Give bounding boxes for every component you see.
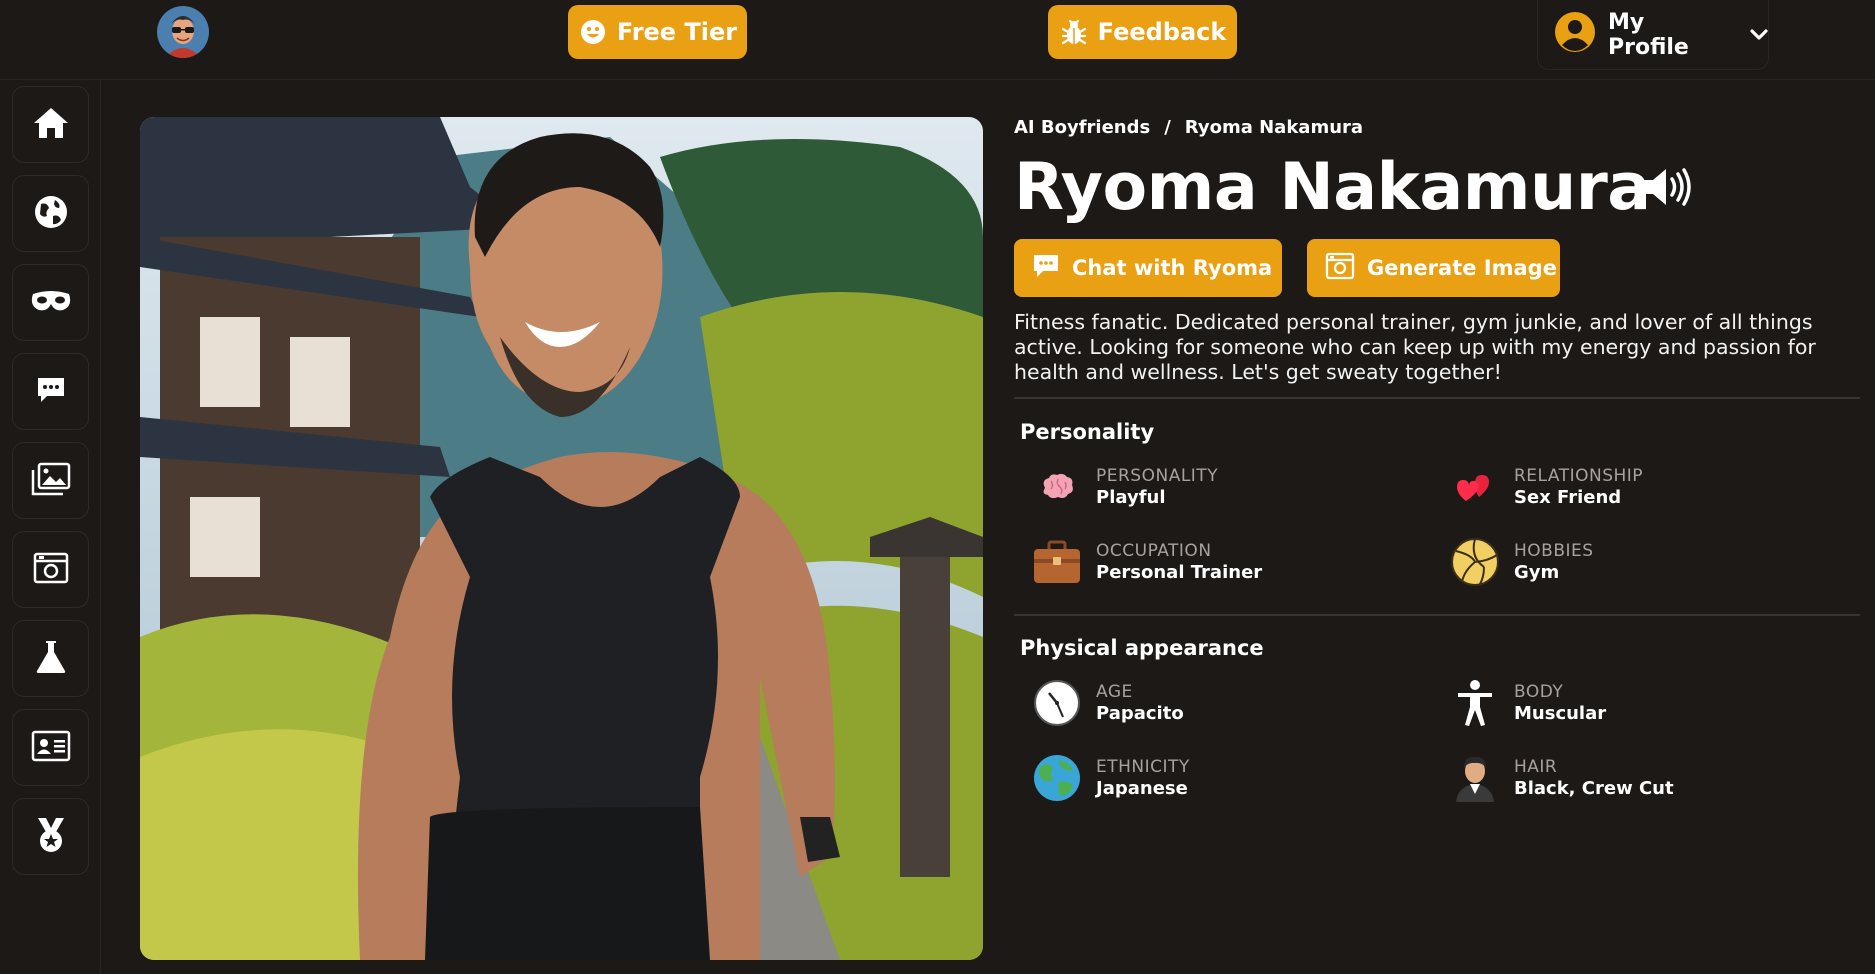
personality-value: Playful [1096,487,1166,508]
breadcrumb-parent[interactable]: AI Boyfriends [1014,117,1150,138]
camera-icon [1325,252,1355,285]
top-bar: Free Tier Feedback My Profile [0,0,1875,80]
user-avatar-icon [1554,11,1596,59]
ethnicity-label: ETHNICITY [1096,757,1190,777]
sidebar-item-lab[interactable] [12,620,89,697]
free-tier-label: Free Tier [616,18,738,46]
chat-button-label: Chat with Ryoma [1072,256,1273,280]
ethnicity-value: Japanese [1096,778,1188,799]
age-value: Papacito [1096,703,1184,724]
body-label: BODY [1514,682,1564,702]
section-divider [1014,614,1860,616]
person-icon [1448,676,1502,730]
relationship-value: Sex Friend [1514,487,1622,508]
briefcase-icon [1030,535,1084,589]
relationship-label: RELATIONSHIP [1514,466,1644,486]
mask-icon [29,288,73,318]
personality-label: PERSONALITY [1096,466,1219,486]
sidebar-item-chat[interactable] [12,353,89,430]
attr-hobbies: HOBBIES Gym [1448,535,1594,589]
character-description: Fitness fanatic. Dedicated personal trai… [1014,310,1816,384]
flask-icon [35,639,67,679]
chat-button[interactable]: Chat with Ryoma [1014,239,1282,297]
physical-section-title: Physical appearance [1020,636,1264,660]
chat-bubble-icon [1032,253,1060,284]
chat-icon [35,375,67,409]
age-label: AGE [1096,682,1133,702]
hair-value: Black, Crew Cut [1514,778,1674,799]
hearts-icon [1448,460,1502,514]
hair-label: HAIR [1514,757,1558,777]
occupation-label: OCCUPATION [1096,541,1212,561]
volleyball-icon [1448,535,1502,589]
feedback-label: Feedback [1097,18,1227,46]
attr-body: BODY Muscular [1448,676,1606,730]
character-portrait [140,117,983,960]
attr-ethnicity: ETHNICITY Japanese [1030,751,1190,805]
breadcrumb-current: Ryoma Nakamura [1184,117,1364,138]
feedback-button[interactable]: Feedback [1048,5,1237,59]
sidebar-item-home[interactable] [12,86,89,163]
personality-section-title: Personality [1020,420,1155,444]
attr-hair: HAIR Black, Crew Cut [1448,751,1674,805]
sidebar-item-roleplay[interactable] [12,264,89,341]
section-divider [1014,397,1860,399]
clock-icon [1030,676,1084,730]
home-icon [31,105,71,145]
character-name: Ryoma Nakamura [1014,150,1651,225]
sidebar-item-achievements[interactable] [12,798,89,875]
site-logo[interactable] [157,6,209,58]
hobbies-label: HOBBIES [1514,541,1594,561]
globe-icon [1030,751,1084,805]
occupation-value: Personal Trainer [1096,562,1263,583]
sidebar-item-gallery[interactable] [12,442,89,519]
chevron-down-icon [1750,22,1768,47]
attr-personality: PERSONALITY Playful [1030,460,1218,514]
bug-icon [1059,17,1089,47]
id-card-icon [31,730,71,766]
free-tier-button[interactable]: Free Tier [568,5,747,59]
sidebar-item-profile-card[interactable] [12,709,89,786]
smiley-icon [578,17,608,47]
sidebar-item-generate[interactable] [12,531,89,608]
generate-image-button[interactable]: Generate Image [1307,239,1560,297]
hobbies-value: Gym [1514,562,1560,583]
globe-icon [33,194,69,234]
brain-icon [1030,460,1084,514]
sidebar [0,80,101,974]
breadcrumb: AI Boyfriends / Ryoma Nakamura [1014,117,1363,138]
attr-relationship: RELATIONSHIP Sex Friend [1448,460,1643,514]
camera-icon [33,551,69,589]
man-icon [1448,751,1502,805]
speaker-icon[interactable] [1640,165,1692,209]
generate-image-label: Generate Image [1367,256,1557,280]
attr-age: AGE Papacito [1030,676,1184,730]
attr-occupation: OCCUPATION Personal Trainer [1030,535,1262,589]
profile-label: My Profile [1608,9,1689,60]
breadcrumb-separator: / [1164,117,1171,138]
gallery-icon [31,462,71,500]
sidebar-item-explore[interactable] [12,175,89,252]
medal-icon [34,816,68,858]
profile-menu[interactable]: My Profile [1537,0,1769,70]
body-value: Muscular [1514,703,1607,724]
